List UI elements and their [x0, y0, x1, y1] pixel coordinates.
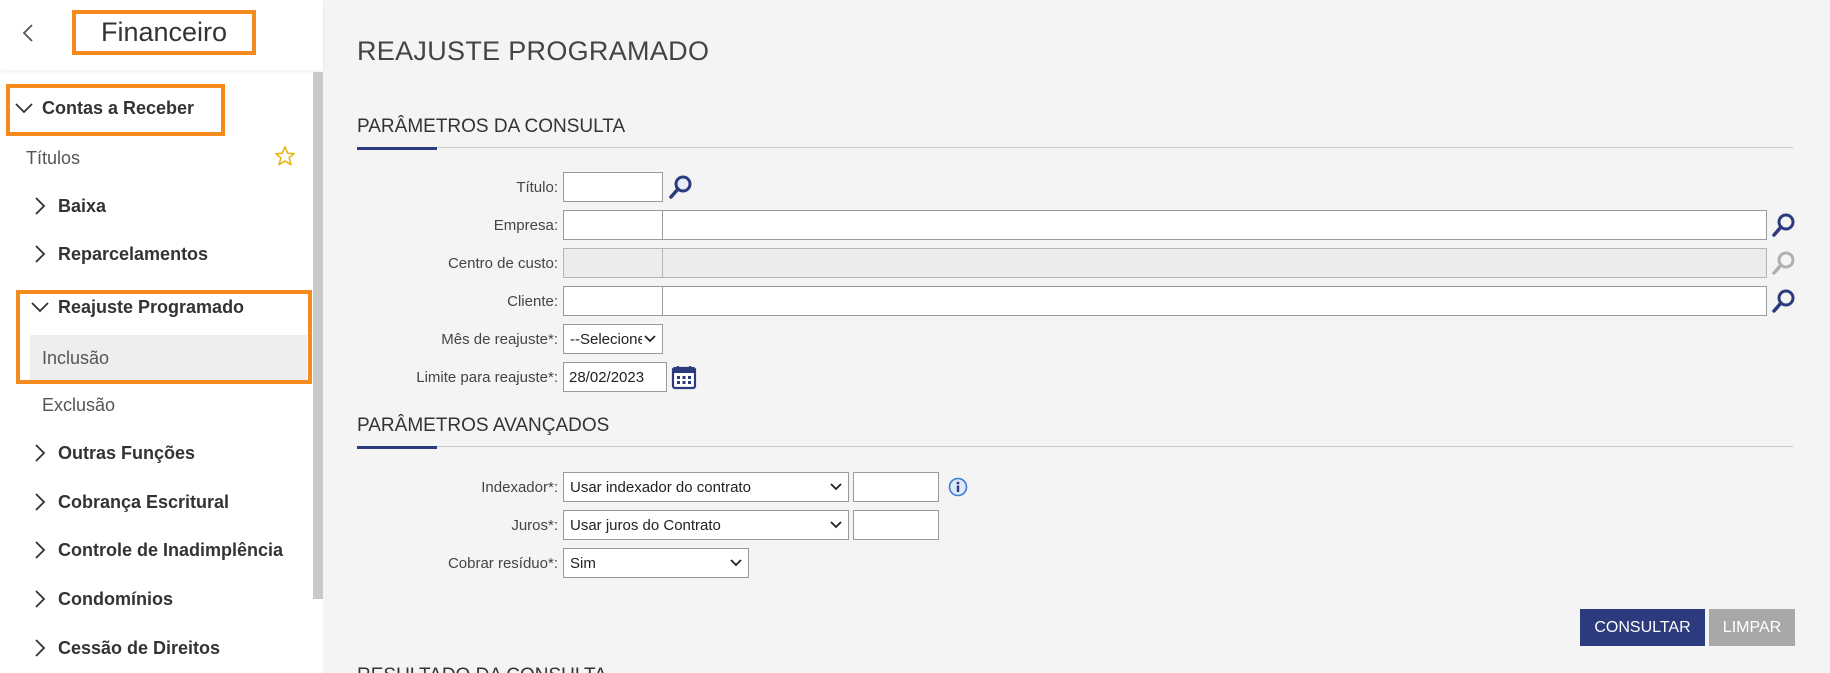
cobrar-residuo-label: Cobrar resíduo*:: [447, 555, 558, 572]
section-title-advanced: PARÂMETROS AVANÇADOS: [357, 415, 610, 436]
cobrar-residuo-select[interactable]: Sim: [563, 548, 749, 578]
indexador-select[interactable]: Usar indexador do contrato: [563, 472, 849, 502]
chevron-right-icon: [30, 638, 50, 658]
juros-input[interactable]: [853, 510, 939, 540]
search-icon: [1772, 289, 1795, 313]
sidebar-item-label: Cobrança Escritural: [58, 491, 230, 512]
sidebar-subitem-exclusao[interactable]: Exclusão: [42, 385, 115, 425]
cliente-code-input[interactable]: [563, 286, 663, 316]
section-divider: [357, 147, 1793, 148]
section-divider: [357, 446, 1793, 447]
sidebar-item-label: Outras Funções: [58, 442, 196, 463]
app-title: Financeiro: [72, 10, 256, 55]
indexador-value: Usar indexador do contrato: [570, 478, 751, 496]
sidebar-scrollbar[interactable]: [313, 72, 323, 599]
centro-custo-search-button: [1769, 248, 1799, 278]
section-accent: [357, 446, 437, 449]
info-icon: [948, 477, 968, 497]
back-button[interactable]: [20, 20, 36, 46]
section-accent: [357, 147, 437, 150]
juros-select[interactable]: Usar juros do Contrato: [563, 510, 849, 540]
empresa-label: Empresa:: [493, 217, 558, 234]
sidebar-item-label: Baixa: [58, 195, 107, 216]
indexador-input[interactable]: [853, 472, 939, 502]
sidebar-item-outras-funcoes[interactable]: Outras Funções: [30, 433, 195, 473]
chevron-right-icon: [30, 196, 50, 216]
sidebar-item-reparcelamentos[interactable]: Reparcelamentos: [30, 234, 208, 274]
indexador-label: Indexador*:: [481, 479, 558, 496]
calendar-button[interactable]: [669, 362, 699, 392]
centro-custo-code-input: [563, 248, 663, 278]
cliente-search-button[interactable]: [1769, 286, 1799, 316]
chevron-right-icon: [30, 540, 50, 560]
calendar-icon: [671, 366, 697, 390]
sidebar-item-label: Condomínios: [58, 588, 173, 609]
chevron-right-icon: [30, 589, 50, 609]
limpar-button[interactable]: LIMPAR: [1709, 609, 1795, 646]
titulo-input[interactable]: [563, 172, 663, 202]
search-icon: [1772, 213, 1795, 237]
sidebar-item-cobranca-escritural[interactable]: Cobrança Escritural: [30, 482, 229, 522]
sidebar-item-condominios[interactable]: Condomínios: [30, 579, 173, 619]
sidebar-item-label: Títulos: [26, 147, 81, 168]
consultar-button[interactable]: CONSULTAR: [1580, 609, 1705, 646]
chevron-right-icon: [30, 244, 50, 264]
chevron-right-icon: [30, 443, 50, 463]
sidebar-item-cessao-direitos[interactable]: Cessão de Direitos: [30, 628, 220, 668]
cliente-name-input[interactable]: [662, 286, 1767, 316]
chevron-down-icon: [644, 335, 656, 343]
cobrar-residuo-value: Sim: [570, 554, 596, 572]
titulo-label: Título:: [516, 179, 558, 196]
page-title: REAJUSTE PROGRAMADO: [357, 36, 710, 66]
sidebar-header: Financeiro: [0, 0, 323, 70]
mes-reajuste-label: Mês de reajuste*:: [441, 331, 558, 348]
section-title-results: RESULTADO DA CONSULTA: [357, 665, 607, 673]
main-content: REAJUSTE PROGRAMADO PARÂMETROS DA CONSUL…: [323, 0, 1830, 673]
sidebar-item-label: Controle de Inadimplência: [58, 539, 284, 560]
empresa-search-button[interactable]: [1769, 210, 1799, 240]
sidebar-item-label: Exclusão: [42, 394, 116, 415]
limite-reajuste-label: Limite para reajuste*:: [416, 369, 558, 386]
mes-reajuste-value: --Selecione--: [570, 330, 642, 348]
highlight-box-contas: [6, 84, 225, 136]
limite-reajuste-input[interactable]: 28/02/2023: [563, 362, 667, 392]
cliente-label: Cliente:: [507, 293, 558, 310]
chevron-down-icon: [830, 521, 842, 529]
juros-value: Usar juros do Contrato: [570, 516, 721, 534]
back-chevron-icon: [22, 24, 33, 42]
sidebar-item-controle-inadimplencia[interactable]: Controle de Inadimplência: [30, 530, 283, 570]
centro-custo-name-input: [662, 248, 1767, 278]
star-icon[interactable]: [274, 145, 296, 172]
sidebar: Financeiro Contas a Receber Títulos Baix…: [0, 0, 323, 673]
highlight-box-reajuste: [16, 290, 312, 384]
search-icon: [1772, 251, 1795, 275]
search-icon: [669, 175, 692, 199]
empresa-name-input[interactable]: [662, 210, 1767, 240]
sidebar-item-baixa[interactable]: Baixa: [30, 186, 106, 226]
indexador-info-button[interactable]: [943, 472, 973, 502]
chevron-right-icon: [30, 492, 50, 512]
centro-custo-label: Centro de custo:: [447, 255, 558, 272]
sidebar-item-titulos[interactable]: Títulos: [26, 138, 296, 178]
juros-label: Juros*:: [511, 517, 558, 534]
mes-reajuste-select[interactable]: --Selecione--: [563, 324, 663, 354]
empresa-code-input[interactable]: [563, 210, 663, 240]
chevron-down-icon: [830, 483, 842, 491]
titulo-search-button[interactable]: [666, 172, 696, 202]
chevron-down-icon: [730, 559, 742, 567]
section-title-query: PARÂMETROS DA CONSULTA: [357, 116, 626, 137]
sidebar-item-label: Cessão de Direitos: [58, 637, 221, 658]
sidebar-item-label: Reparcelamentos: [58, 243, 209, 264]
